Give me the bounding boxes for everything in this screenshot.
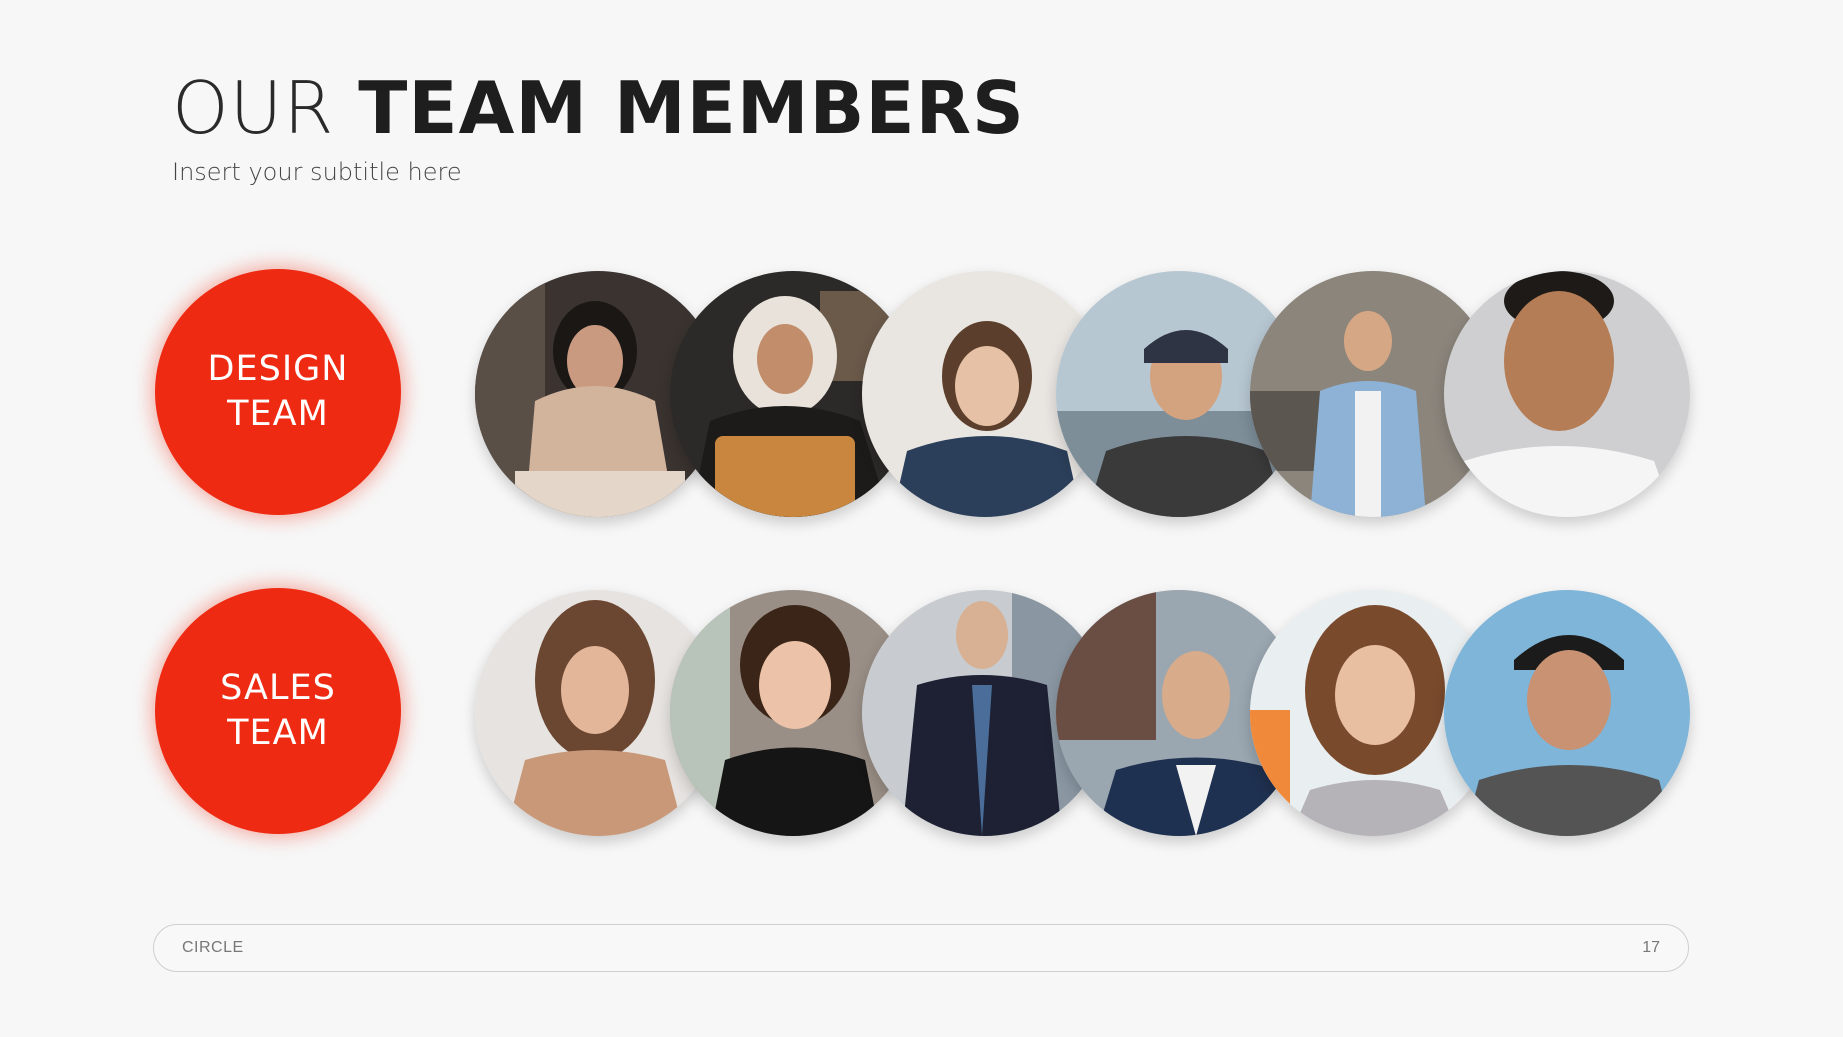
design-team-badge: DESIGN TEAM <box>155 269 401 515</box>
slide-subtitle: Insert your subtitle here <box>172 158 462 186</box>
footer-bar: CIRCLE 17 <box>153 924 1689 972</box>
page-number: 17 <box>1642 939 1660 956</box>
sales-team-badge: SALES TEAM <box>155 588 401 834</box>
footer-label: CIRCLE <box>182 939 244 956</box>
sales-member-photo-6 <box>1444 590 1690 836</box>
design-member-photo-6 <box>1444 271 1690 517</box>
title-part-team-members: TEAM MEMBERS <box>358 66 1025 150</box>
slide-title: OUR TEAM MEMBERS <box>172 72 1025 144</box>
title-part-our: OUR <box>172 66 359 150</box>
